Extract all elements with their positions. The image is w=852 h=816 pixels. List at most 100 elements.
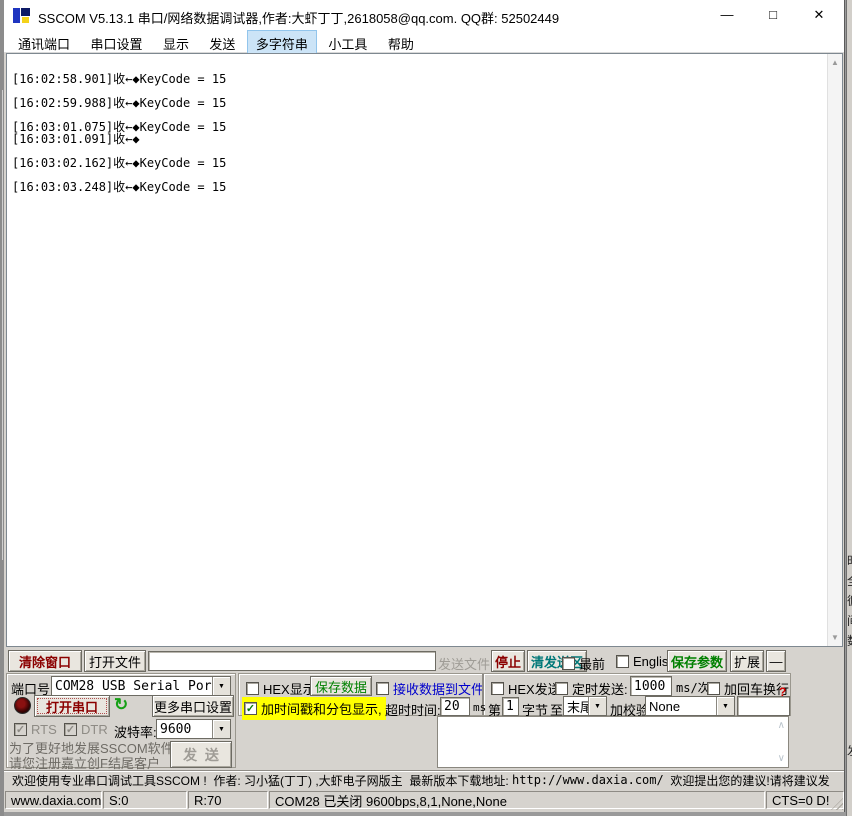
port-value: COM28 USB Serial Port: [52, 677, 212, 695]
hex-send-checkbox[interactable]: HEX发送: [491, 679, 561, 698]
checkbox-box[interactable]: ✓: [244, 702, 257, 715]
interval-unit-label: ms/次: [676, 679, 710, 696]
timestamp-packet-checkbox[interactable]: ✓ 加时间戳和分包显示,: [242, 697, 386, 720]
save-data-button[interactable]: 保存数据: [310, 676, 372, 696]
titlebar: SSCOM V5.13.1 串口/网络数据调试器,作者:大虾丁丁,2618058…: [4, 0, 844, 30]
background-window-right-edge: 时 全 循 间 数 发: [846, 0, 852, 816]
checkbox-box[interactable]: [491, 682, 504, 695]
app-icon: [13, 7, 31, 24]
checkbox-box[interactable]: ✓: [64, 723, 77, 736]
log-line: [16:03:01.091]收←◆: [7, 133, 842, 145]
promo-line2: 请您注册嘉立创F结尾客户: [9, 756, 174, 771]
checkbox-box[interactable]: ✓: [14, 723, 27, 736]
file-path-input[interactable]: [148, 651, 436, 671]
byte-to-select[interactable]: 末尾 ▼: [563, 696, 607, 716]
clear-window-button[interactable]: 清除窗口: [8, 650, 82, 672]
save-params-button[interactable]: 保存参数: [667, 650, 727, 672]
minimize-button[interactable]: —: [712, 4, 742, 26]
checksum-select[interactable]: None ▼: [645, 696, 735, 716]
topmost-label: 最前: [579, 654, 605, 673]
hex-send-label: HEX发送: [508, 679, 561, 698]
scroll-up-icon[interactable]: ▲: [828, 55, 842, 70]
baud-select[interactable]: 9600 ▼: [156, 719, 231, 739]
rts-checkbox[interactable]: ✓ RTS: [14, 722, 57, 737]
scroll-up-icon[interactable]: ∧: [778, 720, 785, 731]
terminal-scrollbar[interactable]: ▲ ▼: [827, 54, 842, 646]
window-title: SSCOM V5.13.1 串口/网络数据调试器,作者:大虾丁丁,2618058…: [38, 8, 559, 27]
extra-field[interactable]: [737, 696, 790, 716]
info-text2: 欢迎提出您的建议!请将建议发: [664, 772, 830, 789]
topmost-checkbox[interactable]: 最前: [562, 654, 605, 673]
clipped-text-fragment: 数: [847, 632, 852, 646]
stop-button[interactable]: 停止: [491, 650, 525, 672]
receive-log: [16:02:58.901]收←◆KeyCode = 15 [16:02:59.…: [6, 53, 843, 647]
check-icon: ✓: [66, 723, 75, 736]
clipped-text-fragment: 发: [847, 742, 852, 756]
baud-label: 波特率:: [114, 722, 157, 741]
more-port-settings-button[interactable]: 更多串口设置: [152, 695, 234, 717]
timeout-label: 超时时间:: [385, 700, 441, 719]
interval-input[interactable]: 1000: [630, 676, 672, 696]
byte-to-value: 末尾: [564, 697, 588, 715]
checkbox-box[interactable]: [555, 682, 568, 695]
check-icon: ✓: [16, 723, 25, 736]
checkbox-box[interactable]: [246, 682, 259, 695]
recv-to-file-label: 接收数据到文件: [393, 679, 484, 698]
dtr-label: DTR: [81, 722, 108, 737]
recv-to-file-checkbox[interactable]: 接收数据到文件: [376, 679, 484, 698]
chevron-down-icon[interactable]: ▼: [212, 677, 230, 695]
menubar: 通讯端口 串口设置 显示 发送 多字符串 小工具 帮助: [4, 30, 844, 53]
info-bar: 欢迎使用专业串口调试工具SSCOM ! 作者: 习小猛(丁丁) ,大虾电子网版主…: [4, 770, 844, 789]
clipped-text-fragment: 全: [847, 572, 852, 586]
close-button[interactable]: ✕: [804, 4, 834, 26]
chevron-down-icon[interactable]: ▼: [212, 720, 230, 738]
clipped-text-fragment: 循: [847, 592, 852, 606]
chevron-down-icon[interactable]: ▼: [588, 697, 606, 715]
refresh-ports-icon[interactable]: ↻: [114, 695, 128, 715]
open-file-button[interactable]: 打开文件: [84, 650, 146, 672]
scroll-down-icon[interactable]: ∨: [778, 753, 785, 764]
status-website: www.daxia.com: [5, 791, 102, 809]
send-file-button[interactable]: 发送文件: [438, 654, 490, 673]
open-port-button[interactable]: 打开串口: [34, 695, 110, 717]
dtr-checkbox[interactable]: ✓ DTR: [64, 722, 108, 737]
checksum-value: None: [646, 697, 716, 715]
checkbox-box[interactable]: [616, 655, 629, 668]
log-line: [16:02:58.901]收←◆KeyCode = 15: [7, 73, 842, 85]
maximize-button[interactable]: □: [758, 4, 788, 26]
log-line: [16:03:03.248]收←◆KeyCode = 15: [7, 181, 842, 193]
hex-display-checkbox[interactable]: HEX显示: [246, 679, 316, 698]
status-recv-count: R:70: [188, 791, 268, 809]
status-cts: CTS=0 D!: [766, 791, 844, 809]
log-line: [16:03:02.162]收←◆KeyCode = 15: [7, 157, 842, 169]
status-port-state: COM28 已关闭 9600bps,8,1,None,None: [269, 791, 765, 809]
baud-value: 9600: [157, 720, 212, 738]
checkbox-box[interactable]: [376, 682, 389, 695]
check-icon: ✓: [246, 702, 255, 715]
timeout-input[interactable]: 20: [440, 697, 470, 716]
screen: 时 全 循 间 数 发 SSCOM V5.13.1 串口/网络数据调试器,作者:…: [0, 0, 852, 816]
timestamp-packet-label: 加时间戳和分包显示,: [261, 699, 382, 718]
checkbox-box[interactable]: [707, 682, 720, 695]
clipped-text-fragment: 间: [847, 612, 852, 626]
port-select[interactable]: COM28 USB Serial Port ▼: [51, 676, 231, 696]
promo-line1: 为了更好地发展SSCOM软件: [9, 741, 174, 756]
send-button[interactable]: 发 送: [170, 741, 232, 768]
sscom-window: SSCOM V5.13.1 串口/网络数据调试器,作者:大虾丁丁,2618058…: [4, 0, 845, 812]
info-text: 欢迎使用专业串口调试工具SSCOM ! 作者: 习小猛(丁丁) ,大虾电子网版主…: [12, 772, 512, 789]
byte-from-input[interactable]: 1: [502, 697, 519, 716]
collapse-button[interactable]: —: [766, 650, 786, 672]
hex-display-label: HEX显示: [263, 679, 316, 698]
timeout-unit-label: ms: [473, 701, 486, 714]
log-line: [16:02:59.988]收←◆KeyCode = 15: [7, 97, 842, 109]
status-bar: www.daxia.com S:0 R:70 COM28 已关闭 9600bps…: [4, 790, 844, 811]
checkbox-box[interactable]: [562, 657, 575, 670]
scroll-down-icon[interactable]: ▼: [828, 630, 842, 645]
port-status-led-icon: [14, 697, 31, 714]
send-text-area[interactable]: ∧ ∨: [437, 716, 789, 768]
extend-button[interactable]: 扩展: [730, 650, 764, 672]
clipped-text-fragment: 时: [847, 552, 852, 566]
chevron-down-icon[interactable]: ▼: [716, 697, 734, 715]
download-url: http://www.daxia.com/: [512, 773, 664, 787]
status-sent-count: S:0: [103, 791, 187, 809]
